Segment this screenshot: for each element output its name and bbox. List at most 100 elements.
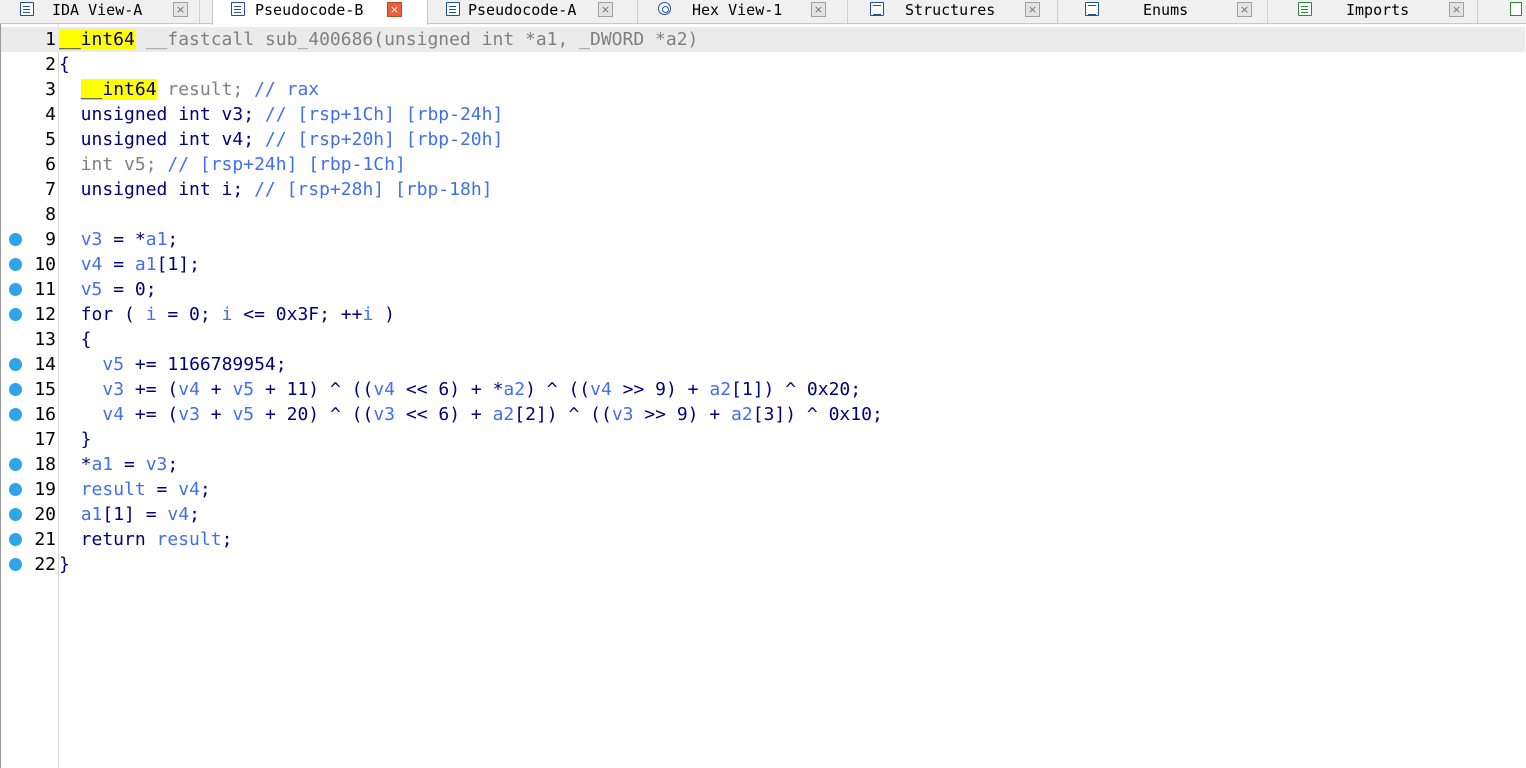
- line-number: 18: [34, 454, 56, 475]
- code-line[interactable]: 9 v3 = *a1;: [1, 227, 1525, 252]
- code-text: v3 = *a1;: [59, 227, 179, 252]
- code-text: *a1 = v3;: [59, 452, 179, 477]
- code-line[interactable]: 12 for ( i = 0; i <= 0x3F; ++i ): [1, 302, 1525, 327]
- code-line[interactable]: 19 result = v4;: [1, 477, 1525, 502]
- code-token: {: [59, 329, 92, 350]
- code-token: = 0;: [156, 304, 222, 325]
- breakpoint-marker-icon[interactable]: [9, 358, 22, 371]
- close-icon[interactable]: ×: [811, 2, 826, 17]
- code-token: v3: [373, 404, 396, 425]
- structures-icon: [870, 2, 884, 16]
- code-token: // [rsp+28h] [rbp-18h]: [254, 179, 493, 200]
- code-line[interactable]: 8: [1, 202, 1525, 227]
- tab-label: Hex View-1: [692, 1, 783, 19]
- code-line[interactable]: 18 *a1 = v3;: [1, 452, 1525, 477]
- breakpoint-marker-icon[interactable]: [9, 408, 22, 421]
- code-token: return: [59, 529, 157, 550]
- code-line[interactable]: 20 a1[1] = v4;: [1, 502, 1525, 527]
- code-line[interactable]: 21 return result;: [1, 527, 1525, 552]
- breakpoint-marker-icon[interactable]: [9, 558, 22, 571]
- close-icon[interactable]: ×: [387, 2, 402, 17]
- code-token: ;: [167, 229, 179, 250]
- breakpoint-marker-icon[interactable]: [9, 258, 22, 271]
- code-line[interactable]: 1 __int64 __fastcall sub_400686(unsigned …: [1, 27, 1525, 52]
- code-line[interactable]: 10 v4 = a1[1];: [1, 252, 1525, 277]
- list-icon: [231, 2, 245, 16]
- tab-hex-view-1[interactable]: Hex View-1 ×: [638, 0, 848, 23]
- tab-ida-view-a[interactable]: IDA View-A ×: [0, 0, 200, 23]
- code-token: ;: [199, 479, 211, 500]
- code-line[interactable]: 2{: [1, 52, 1525, 77]
- code-token: a2: [503, 379, 526, 400]
- code-text: v5 = 0;: [59, 277, 157, 302]
- code-token: +: [199, 379, 233, 400]
- code-text: a1[1] = v4;: [59, 502, 200, 527]
- hex-icon: [658, 2, 671, 15]
- breakpoint-marker-icon[interactable]: [9, 483, 22, 496]
- close-icon[interactable]: ×: [1025, 2, 1040, 17]
- breakpoint-marker-icon[interactable]: [9, 233, 22, 246]
- code-token: __int64: [80, 79, 157, 100]
- breakpoint-marker-icon[interactable]: [9, 458, 22, 471]
- code-token: + 20) ^ ((: [254, 404, 374, 425]
- code-line[interactable]: 4 unsigned int v3; // [rsp+1Ch] [rbp-24h…: [1, 102, 1525, 127]
- code-token: v4: [178, 379, 200, 400]
- tab-pseudocode-a[interactable]: Pseudocode-A ×: [428, 0, 638, 23]
- enums-icon: [1085, 2, 1099, 16]
- code-line[interactable]: 7 unsigned int i; // [rsp+28h] [rbp-18h]: [1, 177, 1525, 202]
- code-line[interactable]: 13 {: [1, 327, 1525, 352]
- code-token: v4: [178, 479, 200, 500]
- code-token: ) ^ ((: [525, 379, 591, 400]
- code-token: v5: [232, 404, 255, 425]
- pseudocode-editor[interactable]: 1 __int64 __fastcall sub_400686(unsigned …: [0, 24, 1526, 768]
- tab-pseudocode-b[interactable]: Pseudocode-B ×: [212, 0, 428, 25]
- code-text: {: [59, 52, 70, 77]
- tab-structures[interactable]: Structures ×: [848, 0, 1058, 23]
- code-token: += (: [124, 379, 179, 400]
- breakpoint-marker-icon[interactable]: [9, 383, 22, 396]
- close-icon[interactable]: ×: [173, 2, 188, 17]
- close-icon[interactable]: ×: [1237, 2, 1252, 17]
- list-icon: [446, 2, 460, 16]
- code-line[interactable]: 3 __int64 result; // rax: [1, 77, 1525, 102]
- code-token: += 1166789954;: [124, 354, 287, 375]
- code-token: [1] =: [102, 504, 168, 525]
- code-token: v4: [373, 379, 396, 400]
- code-line[interactable]: 15 v3 += (v4 + v5 + 11) ^ ((v4 << 6) + *…: [1, 377, 1525, 402]
- code-line[interactable]: 14 v5 += 1166789954;: [1, 352, 1525, 377]
- breakpoint-marker-icon[interactable]: [9, 533, 22, 546]
- close-icon[interactable]: ×: [598, 2, 613, 17]
- code-line[interactable]: 16 v4 += (v3 + v5 + 20) ^ ((v3 << 6) + a…: [1, 402, 1525, 427]
- code-line[interactable]: 17 }: [1, 427, 1525, 452]
- line-number: 8: [45, 204, 56, 225]
- tab-imports[interactable]: Imports ×: [1268, 0, 1478, 23]
- code-token: *: [59, 454, 92, 475]
- code-token: a2: [492, 404, 515, 425]
- code-token: __int64: [59, 29, 135, 50]
- code-token: << 6) + *: [395, 379, 504, 400]
- breakpoint-marker-icon[interactable]: [9, 283, 22, 296]
- breakpoint-marker-icon[interactable]: [9, 308, 22, 321]
- code-text: {: [59, 327, 92, 352]
- code-line[interactable]: 5 unsigned int v4; // [rsp+20h] [rbp-20h…: [1, 127, 1525, 152]
- line-number: 10: [34, 254, 56, 275]
- code-token: ;: [221, 529, 233, 550]
- code-text: for ( i = 0; i <= 0x3F; ++i ): [59, 302, 395, 327]
- line-number: 11: [34, 279, 56, 300]
- code-line[interactable]: 22}: [1, 552, 1525, 577]
- code-line[interactable]: 11 v5 = 0;: [1, 277, 1525, 302]
- code-token: v4: [102, 404, 125, 425]
- code-token: =: [145, 479, 179, 500]
- line-number: 3: [45, 79, 56, 100]
- more-tabs-icon[interactable]: [1510, 2, 1522, 16]
- close-icon[interactable]: ×: [1449, 2, 1464, 17]
- code-token: >> 9) +: [611, 379, 710, 400]
- code-line[interactable]: 6 int v5; // [rsp+24h] [rbp-1Ch]: [1, 152, 1525, 177]
- breakpoint-marker-icon[interactable]: [9, 508, 22, 521]
- tab-enums[interactable]: Enums ×: [1058, 0, 1268, 23]
